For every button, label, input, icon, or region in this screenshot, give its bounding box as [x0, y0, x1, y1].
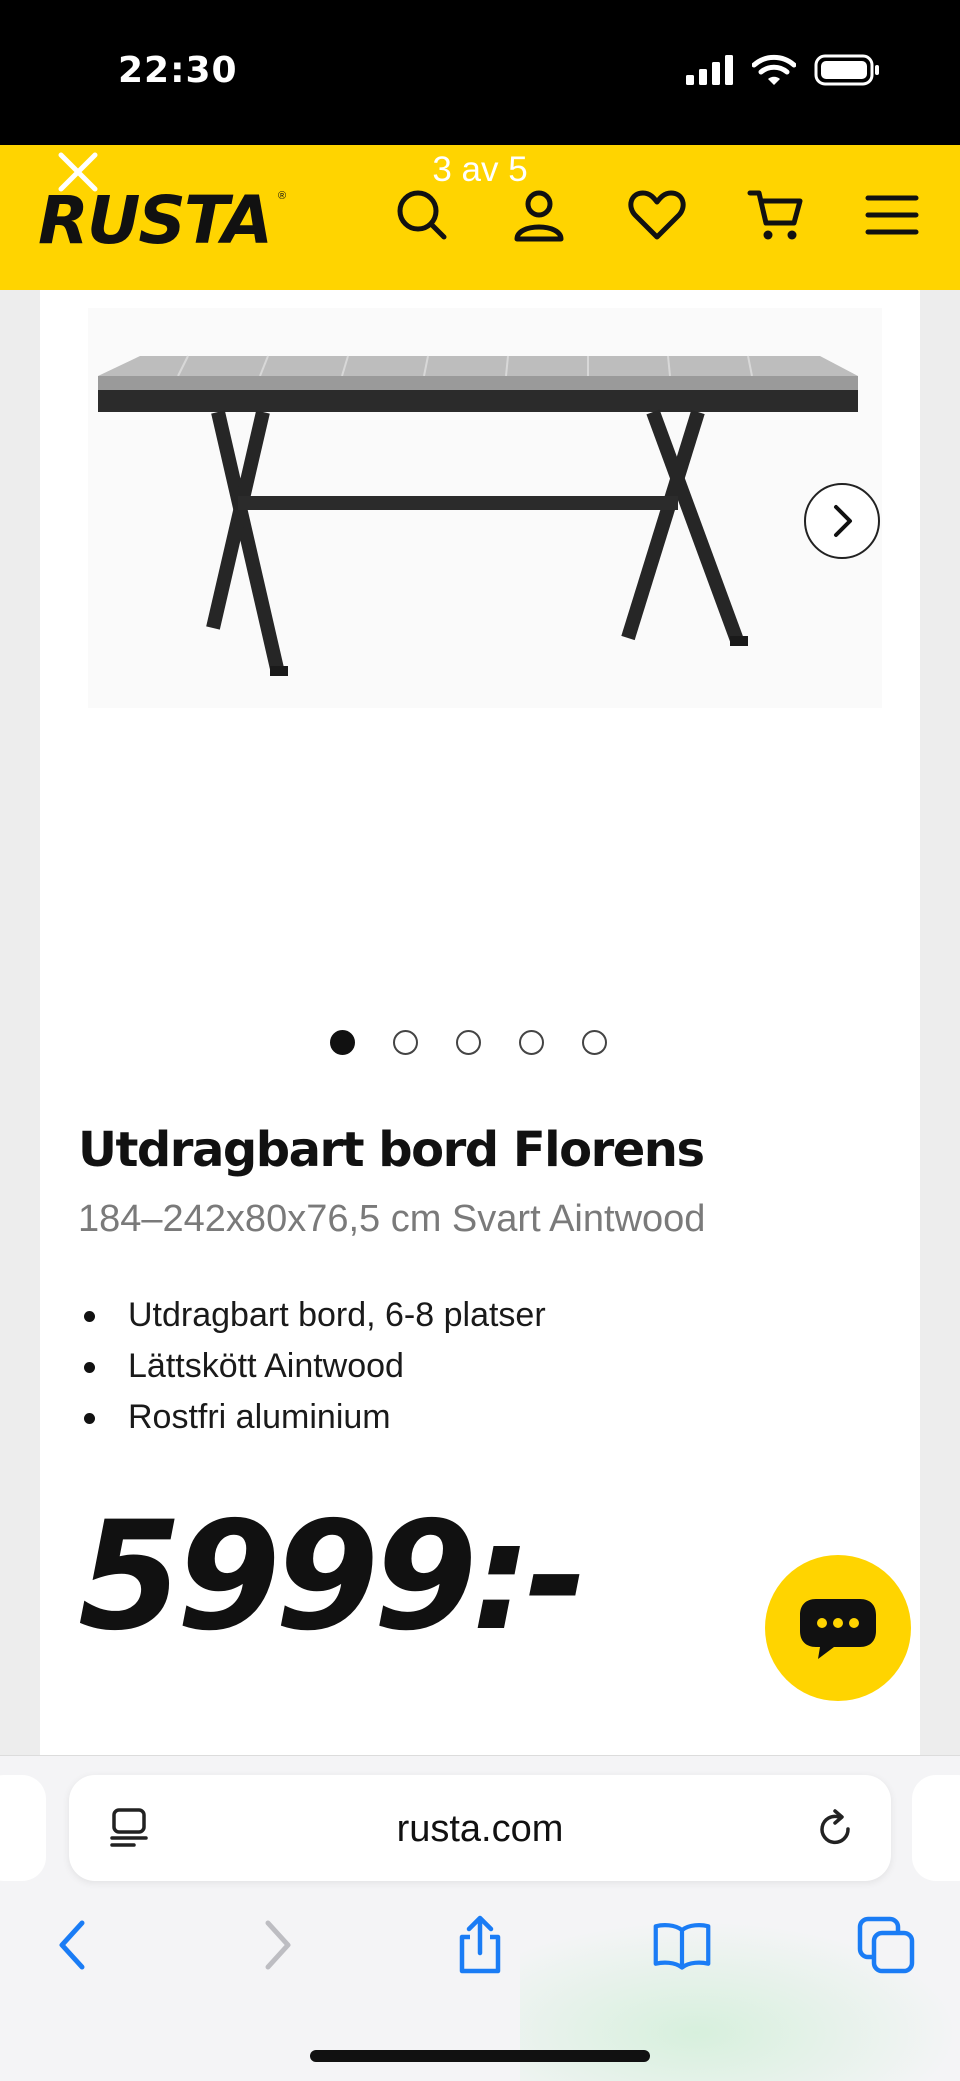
chevron-right-icon: [834, 505, 852, 537]
chat-icon: [800, 1599, 876, 1659]
cart-icon[interactable]: [746, 185, 806, 245]
feature-list: Utdragbart bord, 6-8 platser Lättskött A…: [78, 1290, 546, 1443]
carousel-dots: [40, 1030, 920, 1055]
status-icons: [686, 54, 880, 86]
product-card: Utdragbart bord Florens 184–242x80x76,5 …: [40, 290, 920, 1755]
feature-item: Rostfri aluminium: [78, 1392, 546, 1443]
chat-button[interactable]: [765, 1555, 911, 1701]
registered-mark: ®: [278, 190, 287, 202]
home-indicator: [310, 2050, 650, 2062]
status-time: 22:30: [118, 50, 238, 91]
reload-icon[interactable]: [815, 1808, 857, 1850]
carousel-dot[interactable]: [455, 1030, 481, 1055]
bookmarks-icon[interactable]: [652, 1915, 712, 1975]
rusta-logo[interactable]: RUSTA: [38, 182, 273, 259]
carousel-dot[interactable]: [581, 1030, 607, 1055]
product-price: 5999:-: [78, 1490, 588, 1664]
account-icon[interactable]: [509, 185, 569, 245]
share-icon[interactable]: [450, 1915, 510, 1975]
menu-icon[interactable]: [862, 185, 922, 245]
page: 22:30 3 av 5 RUSTA ® Utdragbart bord Flo…: [0, 0, 960, 2081]
tabs-icon[interactable]: [856, 1915, 916, 1975]
heart-icon[interactable]: [627, 185, 687, 245]
search-icon[interactable]: [392, 185, 452, 245]
feature-item: Lättskött Aintwood: [78, 1341, 546, 1392]
wifi-icon: [752, 54, 796, 85]
carousel-dot[interactable]: [392, 1030, 418, 1055]
feature-item: Utdragbart bord, 6-8 platser: [78, 1290, 546, 1341]
forward-icon[interactable]: [248, 1915, 308, 1975]
carousel-dot[interactable]: [518, 1030, 544, 1055]
product-image[interactable]: [88, 308, 882, 708]
next-image-button[interactable]: [804, 483, 880, 559]
product-subtitle: 184–242x80x76,5 cm Svart Aintwood: [78, 1198, 706, 1240]
product-title: Utdragbart bord Florens: [78, 1122, 705, 1178]
carousel-dot[interactable]: [329, 1030, 355, 1055]
battery-icon: [814, 54, 879, 86]
signal-icon: [686, 55, 733, 85]
back-icon[interactable]: [42, 1915, 102, 1975]
status-bar: 22:30: [0, 0, 960, 145]
